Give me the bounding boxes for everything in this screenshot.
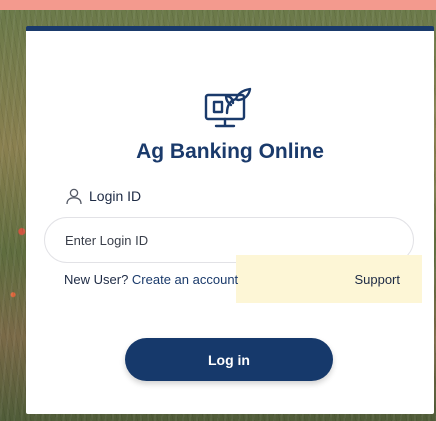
login-id-label-row: Login ID (65, 185, 141, 207)
login-id-label: Login ID (89, 188, 142, 204)
login-card: Ag Banking Online Login ID Support New U… (26, 26, 434, 414)
page-title: Ag Banking Online (136, 140, 324, 163)
computer-plant-icon (204, 87, 252, 128)
user-icon (66, 188, 82, 205)
support-link[interactable]: Support (354, 272, 400, 287)
support-highlight: Support (236, 255, 422, 303)
top-color-band (0, 0, 436, 10)
new-user-row: New User? Create an account (64, 272, 238, 287)
new-user-label: New User? (64, 272, 129, 287)
create-account-link[interactable]: Create an account (132, 272, 238, 287)
login-button[interactable]: Log in (125, 338, 333, 381)
